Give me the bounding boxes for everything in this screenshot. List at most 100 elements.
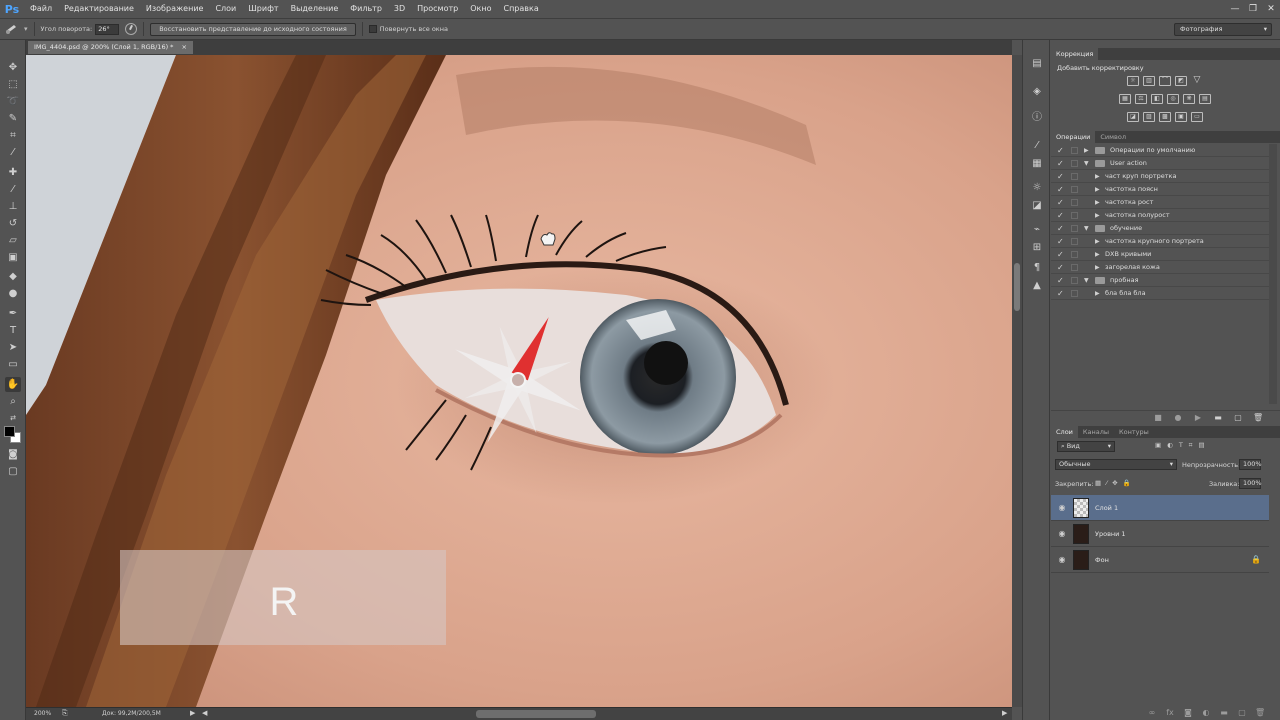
tab-channels[interactable]: Каналы [1078,426,1114,438]
dialog-toggle-box[interactable] [1071,212,1078,219]
exposure-icon[interactable]: ◩ [1175,76,1187,86]
dialog-toggle-box[interactable] [1071,277,1078,284]
quick-mask-icon[interactable]: ◙ [5,447,21,462]
levels-icon[interactable]: ▥ [1143,76,1155,86]
photo-filter-icon[interactable]: ◎ [1167,94,1179,104]
new-action-icon[interactable]: ▢ [1233,413,1243,423]
action-row[interactable]: ✓ ▼ обучение [1051,222,1269,235]
info-panel-icon[interactable]: ⓘ [1029,110,1045,126]
dialog-toggle-box[interactable] [1071,251,1078,258]
check-icon[interactable]: ✓ [1057,235,1064,248]
layer-row[interactable]: ◉ Слой 1 [1051,495,1269,521]
rotate-view-tool-icon[interactable] [0,19,22,39]
menu-view[interactable]: Просмотр [411,0,464,18]
new-adjustment-icon[interactable]: ◐ [1201,708,1211,718]
menu-file[interactable]: Файл [24,0,58,18]
check-icon[interactable]: ✓ [1057,170,1064,183]
rotation-dial-icon[interactable] [125,23,138,35]
layer-row[interactable]: ◉ Уровни 1 [1051,521,1269,547]
notes-panel-icon[interactable]: ¶ [1029,260,1045,276]
tab-character[interactable]: Символ [1095,131,1131,143]
link-layers-icon[interactable]: ∞ [1147,708,1157,718]
dialog-toggle-box[interactable] [1071,186,1078,193]
menu-filter[interactable]: Фильтр [344,0,388,18]
collapse-arrow-icon[interactable]: ▼ [1084,157,1089,170]
dialog-toggle-box[interactable] [1071,173,1078,180]
vertical-scrollbar-thumb[interactable] [1014,263,1020,311]
layer-filter-icons[interactable]: ▣◐T⌗▤ [1155,441,1211,450]
dodge-tool-icon[interactable]: ● [5,286,21,301]
check-icon[interactable]: ✓ [1057,261,1064,274]
action-row[interactable]: ✓ ▶ частотка полурост [1051,209,1269,222]
type-tool-icon[interactable]: T [5,323,21,338]
zoom-tool-icon[interactable]: ⌕ [5,394,21,409]
action-row[interactable]: ✓ ▶ DXB кривыми [1051,248,1269,261]
menu-edit[interactable]: Редактирование [58,0,140,18]
action-row[interactable]: ✓ ▶ част круп портретка [1051,170,1269,183]
check-icon[interactable]: ✓ [1057,157,1064,170]
minimize-button[interactable]: — [1226,0,1244,18]
invert-icon[interactable]: ◪ [1127,112,1139,122]
horizontal-scrollbar-thumb[interactable] [476,710,596,718]
stop-icon[interactable]: ■ [1153,413,1163,423]
eyedropper-tool-icon[interactable]: ⁄ [5,145,21,160]
trash-icon[interactable]: 🗑 [1253,413,1263,423]
blur-tool-icon[interactable]: ◆ [5,269,21,284]
eye-icon[interactable]: ◉ [1057,503,1067,513]
histogram-panel-icon[interactable]: ▲ [1029,278,1045,294]
quick-select-tool-icon[interactable]: ✎ [5,111,21,126]
expand-arrow-icon[interactable]: ▶ [1095,170,1100,183]
expand-arrow-icon[interactable]: ▶ [1095,183,1100,196]
status-menu-arrow-icon[interactable]: ▶ [190,709,195,717]
fill-input[interactable]: 100% [1239,478,1262,489]
lasso-tool-icon[interactable]: ➰ [5,94,21,109]
swap-colors-icon[interactable]: ⇄ [5,411,21,426]
brush-tool-icon[interactable]: ⁄ [5,182,21,197]
play-icon[interactable]: ▶ [1193,413,1203,423]
brush-panel-icon[interactable]: ⁄ [1029,138,1045,154]
blend-mode-select[interactable]: Обычные ▾ [1055,459,1177,470]
expand-arrow-icon[interactable]: ▶ [1084,144,1089,157]
menu-layers[interactable]: Слои [209,0,242,18]
canvas[interactable]: R [26,55,1012,707]
paths-panel-icon[interactable]: ⌁ [1029,222,1045,238]
new-layer-icon[interactable]: ▢ [1237,708,1247,718]
brightness-icon[interactable]: ☼ [1127,76,1139,86]
expand-arrow-icon[interactable]: ▶ [1095,209,1100,222]
dialog-toggle-box[interactable] [1071,290,1078,297]
history-panel-icon[interactable]: ▤ [1029,56,1045,72]
dialog-toggle-box[interactable] [1071,264,1078,271]
action-row[interactable]: ✓ ▼ пробная [1051,274,1269,287]
scroll-left-icon[interactable]: ◀ [202,709,207,717]
menu-select[interactable]: Выделение [285,0,345,18]
actions-scrollbar[interactable] [1269,144,1277,404]
expand-arrow-icon[interactable]: ▶ [1095,248,1100,261]
reset-view-button[interactable]: Восстановить представление до исходного … [150,22,356,36]
status-share-icon[interactable]: ⎘ [62,709,68,718]
channel-mixer-icon[interactable]: ❋ [1183,94,1195,104]
adjustments-panel-icon[interactable]: ☼ [1029,180,1045,196]
document-tab[interactable]: IMG_4404.psd @ 200% (Слой 1, RGB/16) * × [28,41,193,54]
tab-actions[interactable]: Операции [1051,131,1096,143]
scroll-right-icon[interactable]: ▶ [1002,709,1007,717]
dialog-toggle-box[interactable] [1071,147,1078,154]
menu-window[interactable]: Окно [464,0,497,18]
expand-arrow-icon[interactable]: ▶ [1095,261,1100,274]
brush-presets-icon[interactable]: ▦ [1029,156,1045,172]
marquee-tool-icon[interactable]: ⬚ [5,77,21,92]
expand-arrow-icon[interactable]: ▶ [1095,287,1100,300]
dialog-toggle-box[interactable] [1071,225,1078,232]
crop-tool-icon[interactable]: ⌗ [5,128,21,143]
workspace-select[interactable]: Фотография ▾ [1174,23,1272,36]
add-mask-icon[interactable]: ◙ [1183,708,1193,718]
history-brush-tool-icon[interactable]: ↺ [5,216,21,231]
shape-tool-icon[interactable]: ▭ [5,357,21,372]
action-row[interactable]: ✓ ▶ Операции по умолчанию [1051,144,1269,157]
delete-layer-icon[interactable]: 🗑 [1255,708,1265,718]
collapse-arrow-icon[interactable]: ▼ [1084,274,1089,287]
restore-button[interactable]: ❐ [1244,0,1262,18]
eye-icon[interactable]: ◉ [1057,555,1067,565]
check-icon[interactable]: ✓ [1057,274,1064,287]
action-row[interactable]: ✓ ▶ бла бла бла [1051,287,1269,300]
menu-3d[interactable]: 3D [388,0,411,18]
